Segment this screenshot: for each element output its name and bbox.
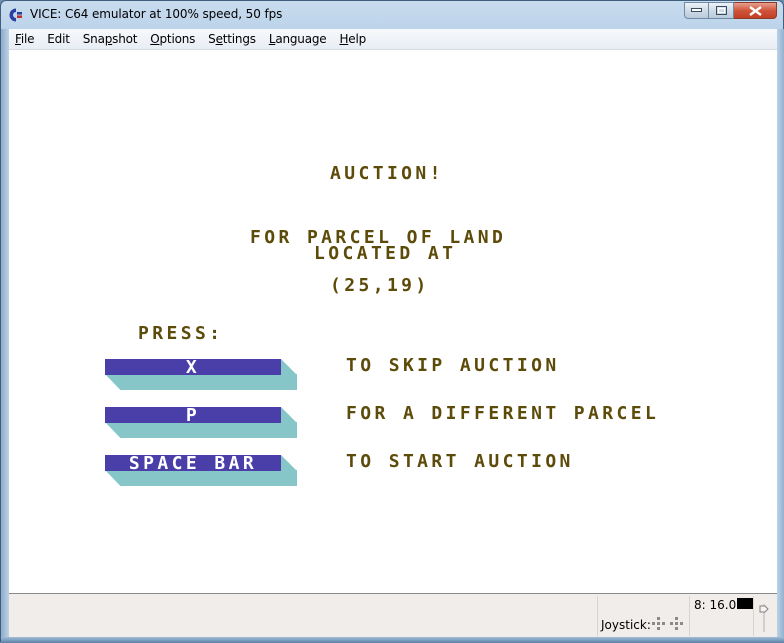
parcel-line-2: LOCATED AT <box>314 243 457 264</box>
key-space-bar: SPACE BAR <box>105 455 297 487</box>
close-button[interactable] <box>734 2 777 19</box>
key-p-label: P <box>105 407 281 425</box>
option-skip-auction: TO SKIP AUCTION <box>346 355 560 376</box>
key-p: P <box>105 407 297 439</box>
volume-slider[interactable] <box>757 602 771 634</box>
maximize-button[interactable] <box>709 2 734 19</box>
parcel-coordinates: (25,19) <box>330 275 430 296</box>
maximize-icon <box>715 6 727 15</box>
menu-snapshot[interactable]: Snapshot <box>77 29 144 49</box>
joystick-label: Joystick: <box>601 618 651 632</box>
menu-file[interactable]: File <box>9 29 40 49</box>
status-bar: 8: 16.0 Joystick: <box>9 594 777 637</box>
option-different-parcel: FOR A DIFFERENT PARCEL <box>346 403 660 424</box>
menu-settings[interactable]: Settings <box>202 29 262 49</box>
menu-edit[interactable]: Edit <box>41 29 75 49</box>
minimize-icon <box>691 8 702 12</box>
key-space-bar-label: SPACE BAR <box>105 455 281 473</box>
menu-help[interactable]: Help <box>333 29 372 49</box>
window-title: VICE: C64 emulator at 100% speed, 50 fps <box>30 7 283 21</box>
c64-screen[interactable]: AUCTION! FOR PARCEL OF LAND LOCATED AT (… <box>9 50 777 594</box>
auction-title: AUCTION! <box>330 163 444 184</box>
window-frame-left <box>1 29 9 637</box>
option-start-auction: TO START AUCTION <box>346 451 574 472</box>
press-label: PRESS: <box>138 323 224 344</box>
commodore-logo-icon <box>9 8 22 22</box>
title-bar[interactable]: VICE: C64 emulator at 100% speed, 50 fps <box>1 1 783 29</box>
menu-language[interactable]: Language <box>263 29 333 49</box>
minimize-button[interactable] <box>684 2 709 19</box>
key-x: X <box>105 359 297 391</box>
drive-track-status: 8: 16.0 <box>694 598 737 612</box>
close-icon <box>748 5 762 16</box>
window-frame-right <box>777 29 784 637</box>
key-x-label: X <box>105 359 281 377</box>
window-frame-bottom <box>1 637 784 643</box>
joystick-port-1-icon[interactable] <box>652 617 666 631</box>
menu-options[interactable]: Options <box>144 29 201 49</box>
menu-bar: File Edit Snapshot Options Settings Lang… <box>9 29 777 50</box>
emulator-window: VICE: C64 emulator at 100% speed, 50 fps… <box>0 0 784 643</box>
drive-led-indicator <box>737 598 753 609</box>
joystick-port-2-icon[interactable] <box>670 617 684 631</box>
